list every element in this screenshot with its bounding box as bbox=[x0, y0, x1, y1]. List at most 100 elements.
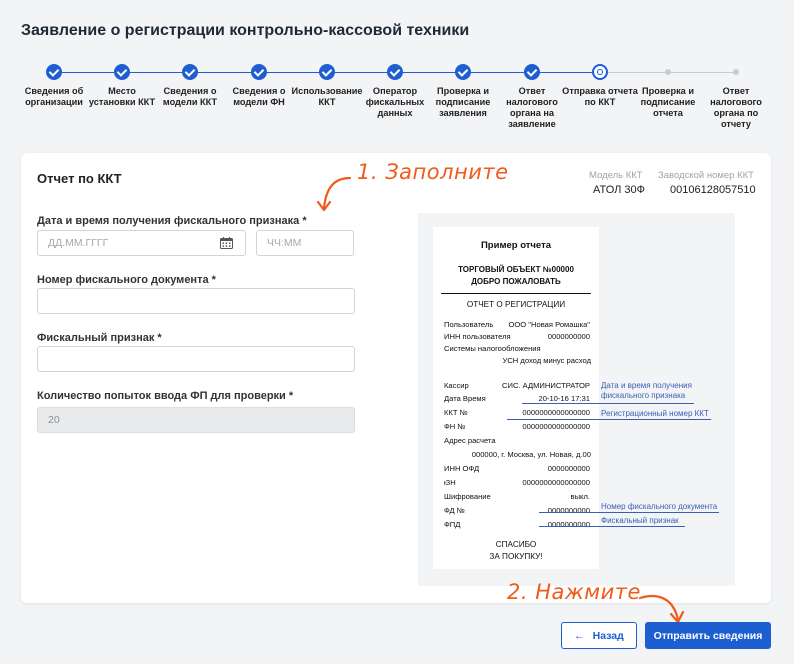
serial-value: 00106128057510 bbox=[670, 184, 756, 196]
receipt-separator bbox=[441, 293, 591, 294]
receipt-thanks-2: ЗА ПОКУПКУ! bbox=[489, 552, 543, 561]
receipt-row: ККТ № 0000000000000000 bbox=[444, 408, 590, 418]
step-label: Проверка и подписание отчета bbox=[640, 86, 696, 118]
receipt-row: ИНН пользователя 0000000000 bbox=[444, 332, 590, 342]
note-underline bbox=[522, 403, 694, 404]
step-label: Сведения об организации bbox=[24, 86, 84, 107]
step-label: Место установки ККТ bbox=[88, 86, 156, 107]
datetime-label: Дата и время получения фискального призн… bbox=[37, 215, 307, 227]
pending-dot-icon bbox=[665, 69, 671, 75]
receipt-value: 0000000000 bbox=[547, 506, 590, 515]
receipt-value: 0000000000000000 bbox=[522, 478, 590, 487]
calendar-icon[interactable] bbox=[220, 237, 233, 249]
note-fd-number: Номер фискального документа bbox=[601, 502, 718, 511]
step-label: Проверка и подписание заявления bbox=[435, 86, 491, 118]
receipt-row: ФН № 0000000000000000 bbox=[444, 422, 590, 432]
receipt-value: 0000000000 bbox=[547, 332, 590, 341]
receipt-example: Пример отчета ТОРГОВЫЙ ОБЪЕКТ №00000 ДОБ… bbox=[433, 227, 599, 569]
step-label: Оператор фискальных данных bbox=[365, 86, 425, 118]
check-icon bbox=[251, 64, 267, 80]
step-label: Использование ККТ bbox=[291, 86, 363, 107]
receipt-key: ИНН ОФД bbox=[444, 464, 480, 473]
receipt-row: ИНН ОФД 0000000000 bbox=[444, 464, 590, 474]
receipt-key: ФПД bbox=[444, 520, 461, 529]
receipt-key: Кассир bbox=[444, 381, 469, 390]
pending-dot-icon bbox=[733, 69, 739, 75]
receipt-value: СИС. АДМИНИСТРАТОР bbox=[502, 381, 590, 390]
receipt-value: 0000000000 bbox=[547, 520, 590, 529]
step-label: Ответ налогового органа на заявление bbox=[506, 86, 558, 129]
step-label: Отправка отчета по ККТ bbox=[562, 86, 638, 107]
report-card: Отчет по ККТ Модель ККТ АТОЛ 30Ф Заводск… bbox=[21, 153, 771, 603]
receipt-tax-label: Системы налогообложения bbox=[444, 344, 541, 353]
note-datetime: Дата и время получения bbox=[601, 381, 692, 390]
receipt-key: Пользователь bbox=[444, 320, 494, 329]
check-icon bbox=[46, 64, 62, 80]
page-title: Заявление о регистрации контрольно-кассо… bbox=[21, 22, 470, 39]
receipt-value: 0000000000 bbox=[547, 464, 590, 473]
receipt-shop: ТОРГОВЫЙ ОБЪЕКТ №00000 bbox=[458, 265, 574, 274]
receipt-title: Пример отчета bbox=[480, 240, 552, 251]
note-datetime-2: фискального признака bbox=[601, 391, 686, 400]
stepper: Сведения об организации Место установки … bbox=[20, 62, 772, 142]
note-underline bbox=[539, 526, 685, 527]
receipt-value: выкл. bbox=[570, 492, 590, 501]
model-value: АТОЛ 30Ф bbox=[593, 184, 646, 196]
check-icon bbox=[182, 64, 198, 80]
back-button[interactable]: ← Назад bbox=[561, 622, 637, 649]
receipt-row: Пользователь ООО "Новая Ромашка" bbox=[444, 320, 590, 330]
receipt-address-value: 000000, г. Москва, ул. Новая, д.00 bbox=[471, 450, 591, 459]
receipt-key: ФН № bbox=[444, 422, 466, 431]
receipt-report-title: ОТЧЕТ О РЕГИСТРАЦИИ bbox=[466, 300, 566, 309]
arrow-left-icon: ← bbox=[574, 629, 585, 642]
doc-number-label: Номер фискального документа * bbox=[37, 274, 216, 286]
note-reg-number: Регистрационный номер ККТ bbox=[601, 409, 709, 418]
receipt-row: Шифрование выкл. bbox=[444, 492, 590, 502]
click-hint-annotation: 2. Нажмите bbox=[507, 580, 641, 604]
receipt-value: 0000000000000000 bbox=[522, 408, 590, 417]
step-label: Сведения о модели ККТ bbox=[162, 86, 218, 107]
attempts-label: Количество попыток ввода ФП для проверки… bbox=[37, 390, 294, 402]
check-icon bbox=[319, 64, 335, 80]
receipt-key: ФД № bbox=[444, 506, 465, 515]
fiscal-sign-input[interactable] bbox=[37, 346, 355, 372]
receipt-key: Шифрование bbox=[444, 492, 491, 501]
attempts-input bbox=[37, 407, 355, 433]
step-label: Ответ налогового органа по отчету bbox=[710, 86, 762, 129]
receipt-value: 0000000000000000 bbox=[522, 422, 590, 431]
fiscal-sign-label: Фискальный признак * bbox=[37, 332, 162, 344]
receipt-row: ФПД 0000000000 bbox=[444, 520, 590, 530]
receipt-key: Дата Время bbox=[444, 394, 486, 403]
check-icon bbox=[114, 64, 130, 80]
model-label: Модель ККТ bbox=[589, 170, 643, 181]
receipt-value: ООО "Новая Ромашка" bbox=[508, 320, 590, 329]
date-input[interactable] bbox=[37, 230, 246, 256]
time-input[interactable] bbox=[256, 230, 354, 256]
fill-hint-arrow-icon bbox=[316, 176, 352, 212]
receipt-welcome: ДОБРО ПОЖАЛОВАТЬ bbox=[471, 277, 561, 286]
receipt-value: 20-10-16 17:31 bbox=[538, 394, 590, 403]
receipt-tax-value: УСН доход минус расход bbox=[502, 356, 592, 365]
step-label: Сведения о модели ФН bbox=[232, 86, 286, 107]
note-fiscal-sign: Фискальный признак bbox=[601, 516, 679, 525]
check-icon bbox=[455, 64, 471, 80]
fill-hint-annotation: 1. Заполните bbox=[357, 160, 509, 184]
receipt-row: Кассир СИС. АДМИНИСТРАТОР bbox=[444, 381, 590, 391]
check-icon bbox=[524, 64, 540, 80]
note-underline bbox=[507, 419, 711, 420]
receipt-thanks: СПАСИБО bbox=[495, 540, 537, 549]
card-title: Отчет по ККТ bbox=[37, 171, 122, 186]
receipt-key: ИНН пользователя bbox=[444, 332, 511, 341]
check-icon bbox=[387, 64, 403, 80]
note-underline bbox=[539, 512, 719, 513]
current-step-icon bbox=[592, 64, 608, 80]
receipt-key: ᵻЗН bbox=[444, 478, 456, 487]
doc-number-input[interactable] bbox=[37, 288, 355, 314]
click-hint-arrow-icon bbox=[638, 594, 685, 624]
receipt-row: ᵻЗН 0000000000000000 bbox=[444, 478, 590, 488]
receipt-address-label: Адрес расчета bbox=[444, 436, 496, 445]
receipt-key: ККТ № bbox=[444, 408, 468, 417]
submit-button[interactable]: Отправить сведения bbox=[645, 622, 771, 649]
receipt-row: ФД № 0000000000 bbox=[444, 506, 590, 516]
serial-label: Заводской номер ККТ bbox=[658, 170, 754, 181]
